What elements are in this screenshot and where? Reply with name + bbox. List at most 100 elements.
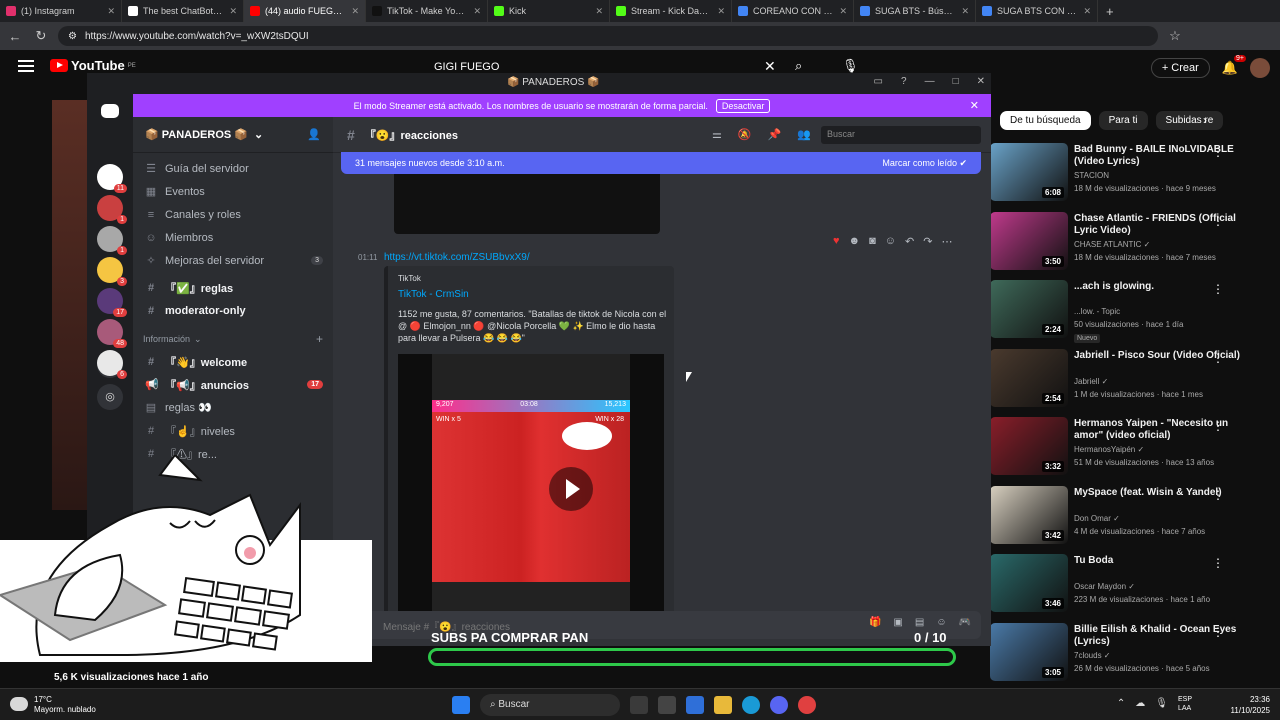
add-member-icon[interactable]: 👤 (307, 128, 321, 141)
channel-name[interactable]: Don Omar ✓ (1074, 514, 1120, 523)
pin-icon[interactable]: 📌 (768, 128, 782, 141)
add-reaction-icon[interactable]: ☺ (885, 235, 896, 248)
add-channel-icon[interactable]: + (316, 332, 323, 346)
tray-chevron-icon[interactable]: ⌃ (1117, 698, 1125, 709)
video-thumbnail[interactable]: 3:42 (990, 485, 1068, 544)
channel-item[interactable]: ☰ Guía del servidor (133, 157, 333, 180)
video-thumbnail[interactable]: 3:32 (990, 417, 1068, 475)
mic-tray-icon[interactable]: 🎙 (1155, 698, 1168, 709)
microphone-icon[interactable]: 🎙 (842, 58, 859, 74)
more-icon[interactable]: ⋯ (941, 235, 952, 248)
chrome-icon[interactable] (798, 696, 816, 714)
recommendation-item[interactable]: 3:50 Chase Atlantic - FRIENDS (Official L… (990, 211, 1280, 278)
widgets-icon[interactable] (658, 696, 676, 714)
close-tab-icon[interactable]: ✕ (595, 6, 603, 17)
browser-tab[interactable]: (1) Instagram ✕ (0, 0, 122, 22)
server-icon[interactable]: 17 (97, 288, 127, 317)
inbox-icon[interactable]: ▭ (874, 76, 883, 87)
channel-item[interactable]: ▤ reglas 👀 (133, 396, 333, 419)
close-tab-icon[interactable]: ✕ (351, 6, 359, 17)
windows-start-icon[interactable] (452, 696, 470, 714)
gift-icon[interactable]: 🎁 (869, 617, 881, 628)
video-thumbnail[interactable]: 2:54 (990, 348, 1068, 407)
channel-item[interactable]: # 『👋』welcome (133, 350, 333, 373)
recommendation-item[interactable]: 2:24 ...ach is glowing. ...low. - Topic 50 … (990, 280, 1280, 346)
chip[interactable]: De tu búsqueda (1000, 111, 1091, 130)
close-tab-icon[interactable]: ✕ (961, 6, 969, 17)
server-icon[interactable]: 6 (97, 350, 127, 379)
server-icon[interactable]: 1 (97, 226, 127, 255)
star-icon[interactable]: ☆ (1166, 28, 1184, 44)
search-input[interactable]: GIGI FUEGO (434, 61, 499, 73)
close-tab-icon[interactable]: ✕ (107, 6, 115, 17)
message-link[interactable]: https://vt.tiktok.com/ZSUBbvxX9/ (384, 252, 530, 263)
close-tab-icon[interactable]: ✕ (473, 6, 481, 17)
close-icon[interactable]: ✕ (977, 76, 985, 87)
new-messages-bar[interactable]: 31 mensajes nuevos desde 3:10 a.m. Marca… (341, 152, 981, 174)
recommendation-item[interactable]: 6:08 Bad Bunny - BAILE INoLVIDABLE (Video… (990, 143, 1280, 209)
edge-icon[interactable] (742, 696, 760, 714)
channel-item[interactable]: 📢 『📢』anuncios 17 (133, 373, 333, 396)
browser-tab[interactable]: Stream - Kick Dashboard ✕ (610, 0, 732, 22)
chip[interactable]: Subidas re (1155, 111, 1224, 130)
browser-tab[interactable]: SUGA BTS - Búsqueda ✕ (854, 0, 976, 22)
close-tab-icon[interactable]: ✕ (717, 6, 725, 17)
create-button[interactable]: + Crear (1150, 58, 1210, 78)
discord-taskbar-icon[interactable] (770, 696, 788, 714)
server-icon[interactable]: 11 (97, 164, 127, 193)
video-thumbnail[interactable]: 3:05 (990, 622, 1068, 681)
video-thumbnail[interactable]: 3:46 (990, 554, 1068, 612)
category-information[interactable]: Información ⌄ + (133, 328, 333, 350)
embed-title[interactable]: TikTok - CrmSin (398, 289, 664, 300)
embed-video[interactable]: 9,207 03:08 15,213 WIN x 5 WIN x 28 (398, 354, 664, 616)
menu-icon[interactable] (18, 60, 34, 72)
copilot-icon[interactable] (686, 696, 704, 714)
back-icon[interactable]: ← (6, 29, 24, 44)
sticker-icon[interactable]: ▤ (915, 617, 924, 628)
server-icon[interactable]: 48 (97, 319, 127, 348)
server-icon[interactable]: 1 (97, 195, 127, 224)
more-actions-icon[interactable]: ⋮ (1212, 625, 1224, 639)
more-actions-icon[interactable]: ⋮ (1212, 282, 1224, 296)
channel-item[interactable]: ✧ Mejoras del servidor 3 (133, 249, 333, 272)
browser-tab[interactable]: TikTok - Make Your Day ✕ (366, 0, 488, 22)
explore-icon[interactable]: ◎ (97, 384, 123, 410)
disable-streamer-button[interactable]: Desactivar (715, 98, 771, 113)
more-actions-icon[interactable]: ⋮ (1212, 488, 1224, 502)
address-bar[interactable]: ⚙ https://www.youtube.com/watch?v=_wXW2t… (58, 26, 1158, 46)
mark-read-button[interactable]: Marcar como leído ✔ (882, 158, 967, 169)
previous-video-thumbnail[interactable] (394, 174, 660, 234)
channel-item[interactable]: ▦ Eventos (133, 180, 333, 203)
recommendation-item[interactable]: 3:05 Billie Eilish & Khalid - Ocean Eyes … (990, 622, 1280, 689)
new-tab-icon[interactable]: + (1098, 4, 1122, 19)
channel-item[interactable]: # 『☝』niveles (133, 419, 333, 442)
emoji-reaction-icon[interactable]: ☻ (849, 235, 861, 248)
weather-widget[interactable]: 17°C Mayorm. nublado (10, 695, 96, 715)
channel-name[interactable]: STACION (1074, 171, 1109, 180)
play-icon[interactable] (549, 467, 593, 511)
onedrive-icon[interactable]: ☁ (1135, 698, 1145, 709)
channel-name[interactable]: CHASE ATLANTIC ✓ (1074, 240, 1150, 249)
browser-tab[interactable]: Kick ✕ (488, 0, 610, 22)
taskbar-search[interactable]: ⌕ Buscar (480, 694, 620, 716)
apps-icon[interactable]: 🎮 (959, 617, 971, 628)
recommendation-item[interactable]: 3:32 Hermanos Yaipen - "Necesito un amor"… (990, 417, 1280, 483)
youtube-logo[interactable]: YouTube PE (50, 58, 136, 73)
recommendation-item[interactable]: 2:54 Jabriell - Pisco Sour (Video Oficial… (990, 348, 1280, 415)
avatar[interactable] (1250, 58, 1270, 78)
sticker-reaction-icon[interactable]: ◙ (869, 235, 876, 248)
channel-name[interactable]: Oscar Maydon ✓ (1074, 582, 1135, 591)
chip[interactable]: Para ti (1098, 111, 1148, 130)
discord-search-input[interactable]: Buscar (821, 125, 981, 144)
more-actions-icon[interactable]: ⋮ (1212, 145, 1224, 159)
search-icon[interactable]: ⌕ (795, 58, 802, 74)
reply-icon[interactable]: ↶ (905, 235, 914, 248)
video-thumbnail[interactable]: 3:50 (990, 211, 1068, 270)
channel-item[interactable]: ≡ Canales y roles (133, 203, 333, 226)
threads-icon[interactable]: ⚌ (712, 128, 722, 141)
browser-tab[interactable]: SUGA BTS CON MASCAR ✕ (976, 0, 1098, 22)
heart-reaction-icon[interactable]: ♥ (833, 235, 840, 248)
members-icon[interactable]: 👥 (797, 128, 811, 141)
maximize-icon[interactable]: □ (953, 76, 959, 87)
channel-name[interactable]: 7clouds ✓ (1074, 651, 1111, 660)
